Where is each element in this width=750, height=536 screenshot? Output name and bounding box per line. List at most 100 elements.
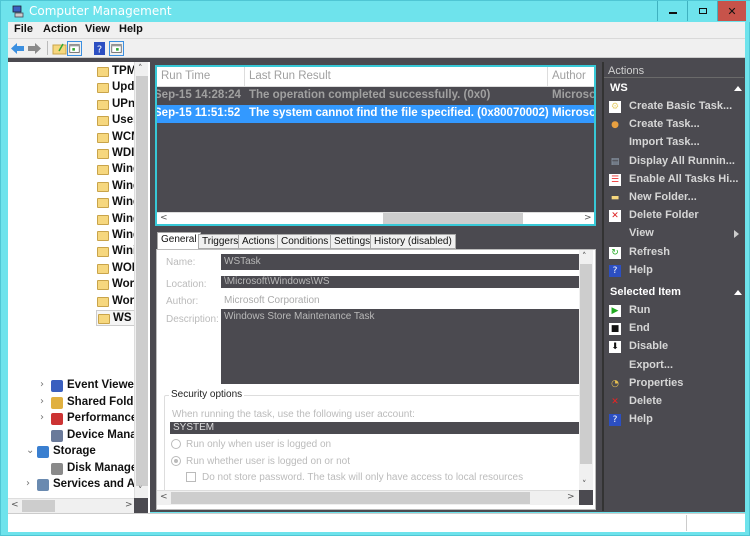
action-item[interactable]: Delete Folder <box>629 209 699 221</box>
expand-icon[interactable]: › <box>26 478 30 489</box>
action-item[interactable]: Properties <box>629 377 683 389</box>
minimize-button[interactable] <box>657 1 687 21</box>
column-separator[interactable] <box>244 67 245 87</box>
tree-node[interactable]: Device Manage <box>48 428 141 444</box>
scroll-up-icon[interactable]: ˄ <box>138 64 143 74</box>
radio-run-whether[interactable] <box>171 456 181 466</box>
author-field[interactable]: Microsoft Corporation <box>221 293 579 308</box>
no-store-password-checkbox[interactable] <box>186 472 196 482</box>
tree-node[interactable]: Disk Manageme <box>48 461 141 477</box>
column-separator[interactable] <box>547 67 548 87</box>
help-icon[interactable]: ? <box>92 41 107 56</box>
tree-folder-item[interactable]: Wini <box>96 244 134 260</box>
column-run-time[interactable]: Run Time <box>161 70 210 82</box>
tree-folder-item[interactable]: Wind <box>96 212 134 228</box>
scroll-left-icon[interactable]: < <box>160 492 168 502</box>
tree-folder-item[interactable]: WS <box>96 310 136 326</box>
grid-hscroll-thumb[interactable] <box>383 213 523 224</box>
tree-folder-item[interactable]: User <box>96 113 134 129</box>
menu-action[interactable]: Action <box>43 23 77 35</box>
table-row-selected[interactable]: Sep-15 11:51:52 The system cannot find t… <box>157 105 594 123</box>
action-item[interactable]: Import Task... <box>629 136 700 148</box>
tree-folder-item[interactable]: WDI <box>96 146 134 162</box>
expand-icon[interactable]: › <box>40 379 44 390</box>
grid-horizontal-scrollbar[interactable]: < > <box>157 212 594 224</box>
tab-actions[interactable]: Actions <box>238 234 279 249</box>
tree-folder-item[interactable]: Wind <box>96 179 134 195</box>
scroll-right-icon[interactable]: > <box>584 213 592 223</box>
tree-folder-item[interactable]: Wor <box>96 277 134 293</box>
tree-folder-item[interactable]: Wind <box>96 195 134 211</box>
tree-node[interactable]: Event Viewer <box>48 378 141 394</box>
menu-file[interactable]: File <box>14 23 33 35</box>
scroll-right-icon[interactable]: > <box>567 492 575 502</box>
action-item[interactable]: Refresh <box>629 246 670 258</box>
table-row[interactable]: Sep-15 14:28:24 The operation completed … <box>157 87 594 105</box>
action-item[interactable]: Delete <box>629 395 662 407</box>
action-item[interactable]: View <box>629 227 654 239</box>
close-button[interactable]: ✕ <box>717 1 746 21</box>
tab-history[interactable]: History (disabled) <box>370 234 456 249</box>
action-item[interactable]: Run <box>629 304 650 316</box>
tree-folder-item[interactable]: Wor <box>96 294 134 310</box>
tree-folder-item[interactable]: Upda <box>96 80 134 96</box>
action-item[interactable]: New Folder... <box>629 191 697 203</box>
scroll-left-icon[interactable]: < <box>160 213 168 223</box>
tree-vertical-scrollbar[interactable]: ˄ ˅ <box>134 62 148 498</box>
scroll-left-icon[interactable]: < <box>11 500 19 510</box>
actions-section-title[interactable]: Selected Item <box>610 286 681 298</box>
action-item[interactable]: Help <box>629 264 653 276</box>
tab-triggers[interactable]: Triggers <box>198 234 243 249</box>
tree-horizontal-scrollbar[interactable]: < > <box>8 498 134 513</box>
description-field[interactable]: Windows Store Maintenance Task <box>221 309 579 384</box>
tree-node[interactable]: Services and Appli <box>34 477 141 493</box>
tree-hscroll-thumb[interactable] <box>22 500 55 512</box>
back-arrow-icon[interactable] <box>10 41 25 56</box>
tree-folder-item[interactable]: Wind <box>96 162 134 178</box>
scroll-up-icon[interactable]: ˄ <box>582 252 587 262</box>
tree-folder-item[interactable]: TPM <box>96 64 134 80</box>
action-item[interactable]: End <box>629 322 650 334</box>
action-item[interactable]: Enable All Tasks Hi... <box>629 173 738 185</box>
expand-icon[interactable]: › <box>40 412 44 423</box>
scroll-down-icon[interactable]: ˅ <box>582 480 587 490</box>
actions-section-title[interactable]: WS <box>610 82 628 94</box>
scroll-down-icon[interactable]: ˅ <box>138 486 143 496</box>
tree-folder-item[interactable]: WCM <box>96 130 134 146</box>
general-horizontal-scrollbar[interactable]: < > <box>157 490 579 505</box>
scroll-right-icon[interactable]: > <box>125 500 133 510</box>
maximize-button[interactable] <box>687 1 717 21</box>
menu-view[interactable]: View <box>85 23 110 35</box>
tab-general[interactable]: General <box>157 232 201 249</box>
action-item[interactable]: Help <box>629 413 653 425</box>
menu-help[interactable]: Help <box>119 23 143 35</box>
tree-scroll-thumb[interactable] <box>136 76 148 486</box>
action-item[interactable]: Export... <box>629 359 673 371</box>
name-field[interactable]: WSTask <box>221 254 579 270</box>
up-folder-icon[interactable] <box>52 41 67 56</box>
tree-folder-item[interactable]: UPnl <box>96 97 134 113</box>
general-hscroll-thumb[interactable] <box>171 492 530 504</box>
forward-arrow-icon[interactable] <box>27 41 42 56</box>
tab-settings[interactable]: Settings <box>330 234 375 249</box>
general-vertical-scrollbar[interactable]: ˄ ˅ <box>579 250 593 493</box>
action-item[interactable]: Disable <box>629 340 668 352</box>
tab-conditions[interactable]: Conditions <box>277 234 333 249</box>
collapse-section-icon[interactable] <box>734 86 742 91</box>
expand-icon[interactable]: › <box>40 396 44 407</box>
user-account-field[interactable]: SYSTEM <box>170 422 579 434</box>
tree-node[interactable]: Shared Folders <box>48 395 141 411</box>
radio-run-logged-on[interactable] <box>171 439 181 449</box>
location-field[interactable]: \Microsoft\Windows\WS <box>221 276 579 288</box>
action-item[interactable]: Display All Runnin... <box>629 155 735 167</box>
show-hide-console-tree-icon[interactable] <box>67 41 82 56</box>
tree-node[interactable]: Performance <box>48 411 141 427</box>
tree-node[interactable]: Storage <box>34 444 141 460</box>
action-item[interactable]: Create Basic Task... <box>629 100 732 112</box>
tree-folder-item[interactable]: Wind <box>96 228 134 244</box>
column-last-run-result[interactable]: Last Run Result <box>249 70 331 82</box>
general-scroll-thumb[interactable] <box>580 264 592 464</box>
show-hide-action-pane-icon[interactable] <box>109 41 124 56</box>
action-item[interactable]: Create Task... <box>629 118 700 130</box>
column-author[interactable]: Author <box>552 70 586 82</box>
